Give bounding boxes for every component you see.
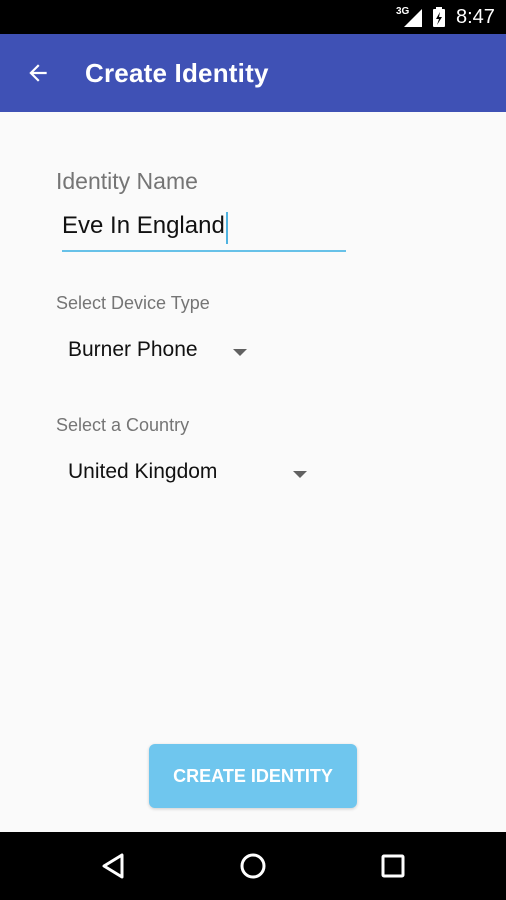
nav-back-icon <box>102 853 124 879</box>
status-time: 8:47 <box>456 6 495 28</box>
back-arrow-icon <box>29 64 47 82</box>
device-type-value: Burner Phone <box>68 338 198 361</box>
battery-icon <box>433 7 445 27</box>
identity-name-value: Eve In England <box>62 212 225 239</box>
create-identity-button[interactable]: CREATE IDENTITY <box>149 744 357 808</box>
nav-back-button[interactable] <box>97 850 129 882</box>
text-cursor <box>225 212 228 244</box>
country-select[interactable]: United Kingdom <box>68 460 318 490</box>
identity-name-label: Identity Name <box>56 168 198 194</box>
signal-icon <box>404 9 422 27</box>
create-identity-label: CREATE IDENTITY <box>173 765 333 786</box>
nav-recents-button[interactable] <box>377 850 409 882</box>
identity-name-input[interactable]: Eve In England <box>62 212 346 252</box>
nav-home-icon <box>240 853 266 879</box>
nav-recents-icon <box>381 854 405 878</box>
status-bar: 3G 8:47 <box>0 0 506 34</box>
device-type-select[interactable]: Burner Phone <box>68 338 258 368</box>
device-type-label: Select Device Type <box>56 293 210 313</box>
back-button[interactable] <box>22 57 54 89</box>
nav-home-button[interactable] <box>237 850 269 882</box>
country-label: Select a Country <box>56 415 190 435</box>
navigation-bar <box>0 832 506 900</box>
dropdown-arrow-icon <box>233 349 247 356</box>
country-value: United Kingdom <box>68 460 218 483</box>
page-title: Create Identity <box>85 58 269 88</box>
dropdown-arrow-icon <box>293 471 307 478</box>
app-bar: Create Identity <box>0 34 506 112</box>
